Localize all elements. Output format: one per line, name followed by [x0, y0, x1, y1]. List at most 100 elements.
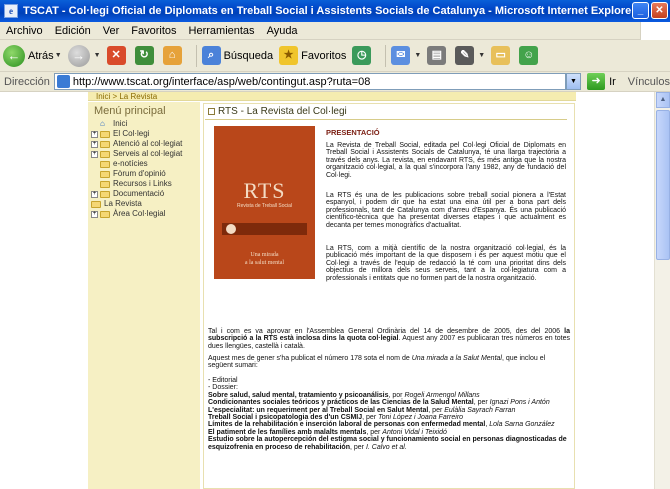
folder-open-icon	[91, 200, 101, 208]
forward-arrow-icon: →	[67, 44, 90, 67]
back-button[interactable]: ← Atrás ▼	[3, 44, 62, 67]
cover-title-line1: Una mirada	[250, 252, 279, 258]
edit-icon: ✎	[455, 46, 475, 65]
cover-title-line2: a la salut mental	[244, 260, 285, 266]
star-icon: ★	[279, 46, 299, 65]
home-icon: ⌂	[162, 46, 182, 65]
sidebar-item-label: El Col·legi	[113, 129, 150, 138]
search-button[interactable]: ⌕ Búsqueda	[201, 46, 273, 65]
paragraph-4: Tal i com es va aprovar en l'Assemblea G…	[208, 328, 570, 350]
forward-button[interactable]: → ▼	[67, 44, 101, 67]
menu-herramientas[interactable]: Herramientas	[183, 25, 261, 37]
expand-plus-icon[interactable]: +	[91, 210, 98, 218]
sidebar-item-label: La Revista	[104, 199, 142, 208]
page-title: RTS - La Revista del Col·legi	[208, 106, 347, 117]
expand-plus-icon[interactable]: +	[91, 190, 98, 198]
sidebar-menu: ⌂ Inici + El Col·legi + Atenció al col·legiat…	[88, 119, 200, 219]
summary-item: Treball Social i psicopatologia des d'un…	[208, 414, 464, 422]
menu-archivo[interactable]: Archivo	[0, 25, 49, 37]
sidebar-item-label: Serveis al col·legiat	[113, 149, 183, 158]
expand-plus-icon[interactable]: +	[91, 150, 98, 158]
site-container: Inici > La Revista Menú principal ⌂ Inici…	[88, 92, 576, 489]
sidebar-item[interactable]: Recursos i Links	[88, 179, 200, 189]
edit-button[interactable]: ✎ ▼	[455, 46, 485, 65]
menu-ayuda[interactable]: Ayuda	[261, 25, 304, 37]
folder-icon	[100, 170, 110, 178]
vertical-scrollbar[interactable]: ▲	[654, 92, 670, 489]
scroll-thumb[interactable]	[656, 110, 670, 260]
scroll-up-icon[interactable]: ▲	[656, 92, 670, 108]
folder-icon: ▭	[491, 46, 511, 65]
stop-icon: ✕	[106, 46, 126, 65]
home-icon: ⌂	[100, 119, 105, 128]
address-dropdown[interactable]: ▼	[565, 73, 582, 90]
expand-plus-icon[interactable]: +	[91, 140, 98, 148]
links-button[interactable]: Vínculos	[628, 76, 670, 88]
stop-button[interactable]: ✕	[106, 46, 129, 65]
sidebar-item-label: Àrea Col·legial	[113, 209, 166, 218]
summary-item: - Dossier:	[208, 384, 238, 392]
sidebar-item-label: Documentació	[113, 189, 165, 198]
print-icon: ▤	[427, 46, 447, 65]
home-button[interactable]: ⌂	[162, 46, 185, 65]
browser-viewport: Inici > La Revista Menú principal ⌂ Inici…	[0, 92, 654, 489]
folder-icon	[100, 130, 110, 138]
refresh-button[interactable]: ↻	[134, 46, 157, 65]
sidebar-item[interactable]: e-notícies	[88, 159, 200, 169]
messenger-button[interactable]: ☺	[519, 46, 541, 65]
cover-logo: RTS	[243, 178, 286, 203]
address-label: Dirección	[4, 75, 50, 88]
breadcrumb[interactable]: Inici > La Revista	[88, 92, 576, 101]
magazine-cover-image: RTS Revista de Treball Social Una mirada…	[214, 126, 315, 279]
folder-button[interactable]: ▭	[491, 46, 513, 65]
menu-bar: Archivo Edición Ver Favoritos Herramient…	[0, 22, 670, 40]
sidebar-item[interactable]: + Atenció al col·legiat	[88, 139, 200, 149]
sidebar-item[interactable]: + El Col·legi	[88, 129, 200, 139]
folder-icon	[100, 150, 110, 158]
cover-emblem-icon	[226, 224, 236, 234]
folder-icon	[100, 160, 110, 168]
expand-box-icon	[208, 108, 215, 115]
folder-icon	[100, 190, 110, 198]
history-button[interactable]: ◷	[352, 46, 374, 65]
title-bar: e TSCAT - Col·legi Oficial de Diplomats …	[0, 0, 670, 22]
menu-edicion[interactable]: Edición	[49, 25, 97, 37]
expand-plus-icon[interactable]: +	[91, 130, 98, 138]
messenger-icon: ☺	[519, 46, 539, 65]
summary-item: L'especialitat: un requeriment per al Tr…	[208, 406, 516, 414]
print-button[interactable]: ▤	[427, 46, 449, 65]
history-icon: ◷	[352, 46, 372, 65]
address-input[interactable]: http://www.tscat.org/interface/asp/web/c…	[53, 73, 566, 90]
sidebar-item[interactable]: + Àrea Col·legial	[88, 209, 200, 219]
sidebar-item[interactable]: + Serveis al col·legiat	[88, 149, 200, 159]
sidebar-item-label: Atenció al col·legiat	[113, 139, 183, 148]
sidebar-item[interactable]: ⌂ Inici	[88, 119, 200, 129]
paragraph-2: La RTS és una de les publicacions sobre …	[326, 192, 566, 229]
summary-item: Sobre salud, salud mental, tratamiento y…	[208, 391, 480, 399]
folder-icon	[100, 210, 110, 218]
sidebar-item[interactable]: Fòrum d'opinió	[88, 169, 200, 179]
close-button[interactable]: ✕	[651, 2, 668, 19]
sidebar-title: Menú principal	[94, 105, 166, 117]
sidebar-item[interactable]: + Documentació	[88, 189, 200, 199]
cover-tagline: Revista de Treball Social	[236, 203, 293, 209]
menu-ver[interactable]: Ver	[97, 25, 126, 37]
summary-item: Estudio sobre la autopercepción del esti…	[208, 436, 567, 451]
sidebar-item[interactable]: La Revista	[88, 199, 200, 209]
sidebar-item-label: Fòrum d'opinió	[113, 169, 166, 178]
paragraph-1: La Revista de Treball Social, editada pe…	[326, 142, 566, 179]
summary-item: Límites de la rehabilitación e inserción…	[208, 421, 555, 429]
toolbar: ← Atrás ▼ → ▼ ✕ ↻ ⌂ ⌕ Búsqueda ★ Favoritos…	[0, 40, 670, 72]
search-icon: ⌕	[201, 46, 221, 65]
sidebar-item-label: e-notícies	[113, 159, 148, 168]
summary-item: El patiment de les famílies amb malalts …	[208, 428, 447, 436]
go-button[interactable]: ➜ Ir	[587, 73, 616, 90]
mail-button[interactable]: ✉ ▼	[391, 46, 421, 65]
summary-list: - Editorial - Dossier: Sobre salud, salud …	[208, 377, 570, 451]
sidebar-item-label: Recursos i Links	[113, 179, 172, 188]
folder-icon	[100, 140, 110, 148]
menu-favoritos[interactable]: Favoritos	[125, 25, 182, 37]
minimize-button[interactable]: _	[632, 2, 649, 19]
summary-item: Condicionantes sociales teóricos y práct…	[208, 399, 550, 407]
favorites-button[interactable]: ★ Favoritos	[279, 46, 346, 65]
